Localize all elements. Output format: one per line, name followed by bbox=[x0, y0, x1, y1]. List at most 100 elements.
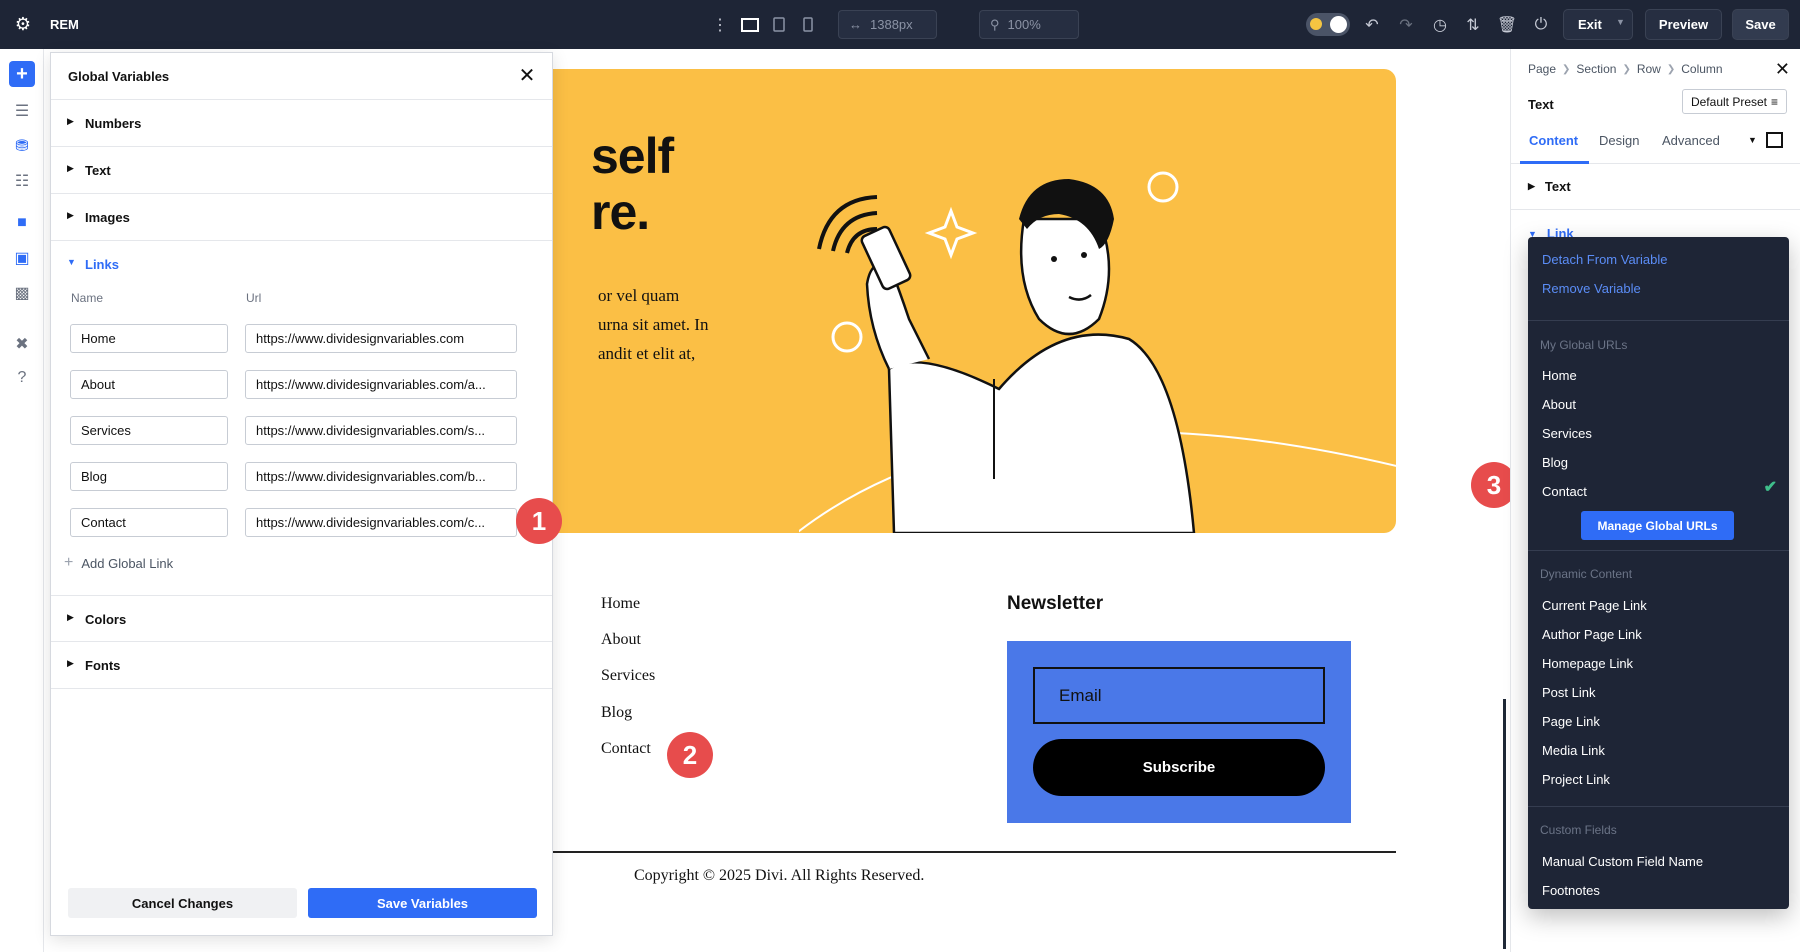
hero-paragraph-line1: or vel quam bbox=[598, 286, 679, 306]
detach-from-variable[interactable]: Detach From Variable bbox=[1542, 252, 1667, 267]
group-header-custom-fields: Custom Fields bbox=[1540, 823, 1617, 837]
tools-icon[interactable]: ✖ bbox=[9, 331, 35, 357]
redo-icon[interactable]: ↷ bbox=[1394, 0, 1418, 49]
caret-down-icon[interactable]: ▼ bbox=[1748, 135, 1757, 145]
menu-item-footnotes[interactable]: Footnotes bbox=[1542, 883, 1600, 898]
drag-handle-icon[interactable]: ⋮ bbox=[708, 0, 732, 49]
theme-toggle[interactable] bbox=[1306, 13, 1350, 36]
footer-link-contact[interactable]: Contact bbox=[601, 740, 651, 758]
close-icon[interactable]: ✕ bbox=[1775, 59, 1790, 80]
select-icon[interactable]: ■ bbox=[9, 210, 35, 236]
caret-right-icon: ▶ bbox=[67, 210, 74, 221]
power-icon[interactable]: ⏻ bbox=[1529, 0, 1553, 49]
breadcrumb-row[interactable]: Row bbox=[1637, 62, 1661, 76]
menu-item-global-contact[interactable]: Contact bbox=[1542, 484, 1587, 499]
chevron-right-icon: ❯ bbox=[1667, 64, 1675, 75]
sliders-icon: ≡ bbox=[1771, 95, 1778, 109]
portability-icon[interactable]: ▩ bbox=[9, 280, 35, 306]
link-name-input-about[interactable]: About bbox=[70, 370, 228, 399]
footer-link-services[interactable]: Services bbox=[601, 667, 655, 685]
square-icon[interactable] bbox=[1766, 132, 1783, 148]
desktop-view-icon[interactable] bbox=[738, 0, 762, 49]
link-url-input-contact[interactable]: https://www.dividesignvariables.com/c... bbox=[245, 508, 517, 537]
newsletter-title: Newsletter bbox=[1007, 593, 1103, 615]
section-colors[interactable]: ▶ Colors bbox=[51, 595, 552, 642]
breadcrumb: Page ❯ Section ❯ Row ❯ Column bbox=[1528, 62, 1723, 76]
section-links[interactable]: ▼ Links bbox=[51, 241, 552, 288]
preview-button[interactable]: Preview bbox=[1645, 9, 1722, 40]
add-module-icon[interactable]: + bbox=[9, 61, 35, 87]
save-variables-button[interactable]: Save Variables bbox=[308, 888, 537, 918]
chevron-down-icon[interactable]: ▼ bbox=[1616, 17, 1625, 27]
footer-link-blog[interactable]: Blog bbox=[601, 704, 632, 722]
breadcrumb-column[interactable]: Column bbox=[1681, 62, 1722, 76]
link-url-input-about[interactable]: https://www.dividesignvariables.com/a... bbox=[245, 370, 517, 399]
exit-button[interactable]: Exit ▼ bbox=[1563, 9, 1633, 40]
footer-link-about[interactable]: About bbox=[601, 631, 641, 649]
tab-content[interactable]: Content bbox=[1529, 133, 1578, 148]
link-url-input-blog[interactable]: https://www.dividesignvariables.com/b... bbox=[245, 462, 517, 491]
link-variable-dropdown: Detach From Variable Remove Variable My … bbox=[1528, 237, 1789, 909]
layout-icon[interactable]: ☷ bbox=[9, 168, 35, 194]
section-text[interactable]: ▶ Text bbox=[51, 147, 552, 194]
tab-design[interactable]: Design bbox=[1599, 133, 1639, 148]
breadcrumb-section[interactable]: Section bbox=[1576, 62, 1616, 76]
trash-icon[interactable]: 🗑 bbox=[1495, 0, 1519, 49]
column-url-header: Url bbox=[246, 291, 261, 305]
copyright-text: Copyright © 2025 Divi. All Rights Reserv… bbox=[634, 867, 924, 885]
add-global-link-button[interactable]: + Add Global Link bbox=[64, 554, 173, 572]
section-numbers[interactable]: ▶ Numbers bbox=[51, 100, 552, 147]
hero-heading-line1: self bbox=[591, 127, 673, 185]
plus-icon: + bbox=[64, 554, 73, 572]
link-url-input-services[interactable]: https://www.dividesignvariables.com/s... bbox=[245, 416, 517, 445]
menu-item-global-services[interactable]: Services bbox=[1542, 426, 1592, 441]
link-name-input-home[interactable]: Home bbox=[70, 324, 228, 353]
link-url-input-home[interactable]: https://www.dividesignvariables.com bbox=[245, 324, 517, 353]
menu-item-global-about[interactable]: About bbox=[1542, 397, 1576, 412]
width-input[interactable]: ↔ 1388px bbox=[838, 10, 937, 39]
close-icon[interactable]: ✕ bbox=[514, 62, 540, 88]
subscribe-button[interactable]: Subscribe bbox=[1033, 739, 1325, 796]
undo-icon[interactable]: ↶ bbox=[1360, 0, 1384, 49]
section-images[interactable]: ▶ Images bbox=[51, 194, 552, 241]
hero-section[interactable]: self re. or vel quam urna sit amet. In a… bbox=[499, 69, 1396, 533]
menu-item-homepage-link[interactable]: Homepage Link bbox=[1542, 656, 1633, 671]
link-name-input-blog[interactable]: Blog bbox=[70, 462, 228, 491]
width-arrows-icon: ↔ bbox=[849, 17, 862, 32]
left-rail: + ☰ ⛃ ☷ ■ ▣ ▩ ✖ ? bbox=[0, 49, 44, 952]
breadcrumb-page[interactable]: Page bbox=[1528, 62, 1556, 76]
link-name-input-services[interactable]: Services bbox=[70, 416, 228, 445]
tab-advanced[interactable]: Advanced bbox=[1662, 133, 1720, 148]
sort-icon[interactable]: ⇅ bbox=[1461, 0, 1485, 49]
tablet-view-icon[interactable] bbox=[767, 0, 791, 49]
email-field[interactable]: Email bbox=[1033, 667, 1325, 724]
menu-item-project-link[interactable]: Project Link bbox=[1542, 772, 1610, 787]
phone-view-icon[interactable] bbox=[796, 0, 820, 49]
history-icon[interactable]: ◷ bbox=[1428, 0, 1452, 49]
menu-item-global-home[interactable]: Home bbox=[1542, 368, 1577, 383]
menu-item-manual-custom-field[interactable]: Manual Custom Field Name bbox=[1542, 854, 1703, 869]
newsletter-form: Email Subscribe bbox=[1007, 641, 1351, 823]
menu-item-page-link[interactable]: Page Link bbox=[1542, 714, 1600, 729]
multi-select-icon[interactable]: ▣ bbox=[9, 245, 35, 271]
zoom-input[interactable]: ⚲ 100% bbox=[979, 10, 1079, 39]
settings-section-text[interactable]: ▶ Text bbox=[1528, 179, 1571, 194]
footer-link-home[interactable]: Home bbox=[601, 595, 640, 613]
menu-item-global-blog[interactable]: Blog bbox=[1542, 455, 1568, 470]
menu-item-author-page-link[interactable]: Author Page Link bbox=[1542, 627, 1642, 642]
menu-item-post-link[interactable]: Post Link bbox=[1542, 685, 1595, 700]
save-button[interactable]: Save bbox=[1732, 9, 1789, 40]
menu-item-current-page-link[interactable]: Current Page Link bbox=[1542, 598, 1647, 613]
settings-gear-icon[interactable]: ⚙ bbox=[12, 0, 34, 49]
preset-select[interactable]: Default Preset ≡ bbox=[1682, 89, 1787, 114]
database-icon[interactable]: ⛃ bbox=[9, 133, 35, 159]
help-icon[interactable]: ? bbox=[9, 365, 35, 391]
manage-global-urls-button[interactable]: Manage Global URLs bbox=[1581, 511, 1734, 540]
menu-item-media-link[interactable]: Media Link bbox=[1542, 743, 1605, 758]
link-name-input-contact[interactable]: Contact bbox=[70, 508, 228, 537]
layers-icon[interactable]: ☰ bbox=[9, 98, 35, 124]
remove-variable[interactable]: Remove Variable bbox=[1542, 281, 1641, 296]
cancel-changes-button[interactable]: Cancel Changes bbox=[68, 888, 297, 918]
scrollbar[interactable] bbox=[1503, 699, 1506, 949]
section-fonts[interactable]: ▶ Fonts bbox=[51, 642, 552, 689]
